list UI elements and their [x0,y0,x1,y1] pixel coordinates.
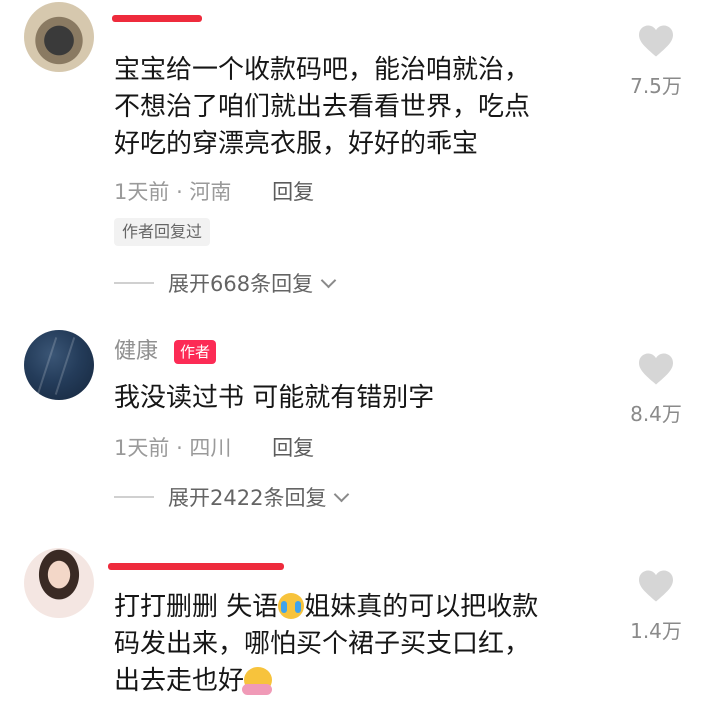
reply-button[interactable]: 回复 [272,436,314,460]
like-button[interactable]: 7.5万 [628,24,684,99]
username[interactable]: 健康 [114,338,158,366]
comment-location: 河南 [189,180,232,204]
chevron-down-icon [334,486,350,502]
comment-text-segment: 姐妹真的可以把收款 [304,592,539,622]
heart-icon [639,570,673,602]
reply-button[interactable]: 回复 [272,180,314,204]
like-count: 1.4万 [630,619,682,643]
comment-text-line: 码发出来，哪怕买个裙子买支口红， [114,629,531,659]
expand-replies-button[interactable]: 展开668条回复 [114,268,337,298]
comment-2: 健康 作者 我没读过书 可能就有错别字 1天前 · 四川 回复 展开2422条回… [0,330,720,530]
comment-text-line: 我没读过书 可能就有错别字 [114,383,435,413]
comment-text-line: 出去走也好 [114,663,538,700]
user-avatar[interactable] [24,330,94,400]
user-avatar[interactable] [24,548,94,618]
author-replied-chip: 作者回复过 [114,218,211,246]
comment-text-line: 宝宝给一个收款码吧，能治咱就治， [114,55,531,85]
expand-replies-button[interactable]: 展开2422条回复 [114,482,350,512]
comment-text: 打打删删 失语 姐妹真的可以把收款 码发出来，哪怕买个裙子买支口红， 出去走也好 [114,589,538,700]
comment-text-segment: 打打删删 失语 [114,592,279,622]
heart-icon [639,353,673,385]
chevron-down-icon [320,272,337,288]
like-button[interactable]: 1.4万 [628,569,684,644]
comment-text: 我没读过书 可能就有错别字 [114,380,434,417]
divider-dash [114,282,154,284]
comment-meta: 1天前 · 河南 回复 [114,176,314,206]
comment-text-line: 打打删删 失语 姐妹真的可以把收款 [114,589,538,626]
comment-3: 打打删删 失语 姐妹真的可以把收款 码发出来，哪怕买个裙子买支口红， 出去走也好 … [0,545,720,723]
divider-dash [114,496,154,498]
expand-replies-label: 展开2422条回复 [168,486,327,510]
user-avatar[interactable] [24,2,94,72]
comment-text-line: 不想治了咱们就出去看看世界，吃点 [114,92,531,122]
comment-location: 四川 [189,436,232,460]
meta-separator: · [176,180,190,204]
comment-text-line: 好吃的穿漂亮衣服，好好的乖宝 [114,129,479,159]
like-button[interactable]: 8.4万 [628,352,684,427]
like-count: 8.4万 [630,402,682,426]
comment-time: 1天前 [114,436,170,460]
author-badge: 作者 [174,340,217,364]
meta-separator: · [176,436,190,460]
comment-meta: 1天前 · 四川 回复 [114,432,314,462]
crying-emoji-icon [278,593,305,619]
redacted-username-mark [108,563,284,570]
heart-icon [639,25,673,57]
comment-time: 1天前 [114,180,170,204]
hugging-emoji-icon [242,667,273,695]
redacted-username-mark [112,15,202,22]
comment-text-segment: 出去走也好 [114,666,245,696]
comment-text: 宝宝给一个收款码吧，能治咱就治， 不想治了咱们就出去看看世界，吃点 好吃的穿漂亮… [114,52,530,163]
comment-1: 宝宝给一个收款码吧，能治咱就治， 不想治了咱们就出去看看世界，吃点 好吃的穿漂亮… [0,0,720,310]
expand-replies-label: 展开668条回复 [168,272,314,296]
like-count: 7.5万 [630,74,682,98]
